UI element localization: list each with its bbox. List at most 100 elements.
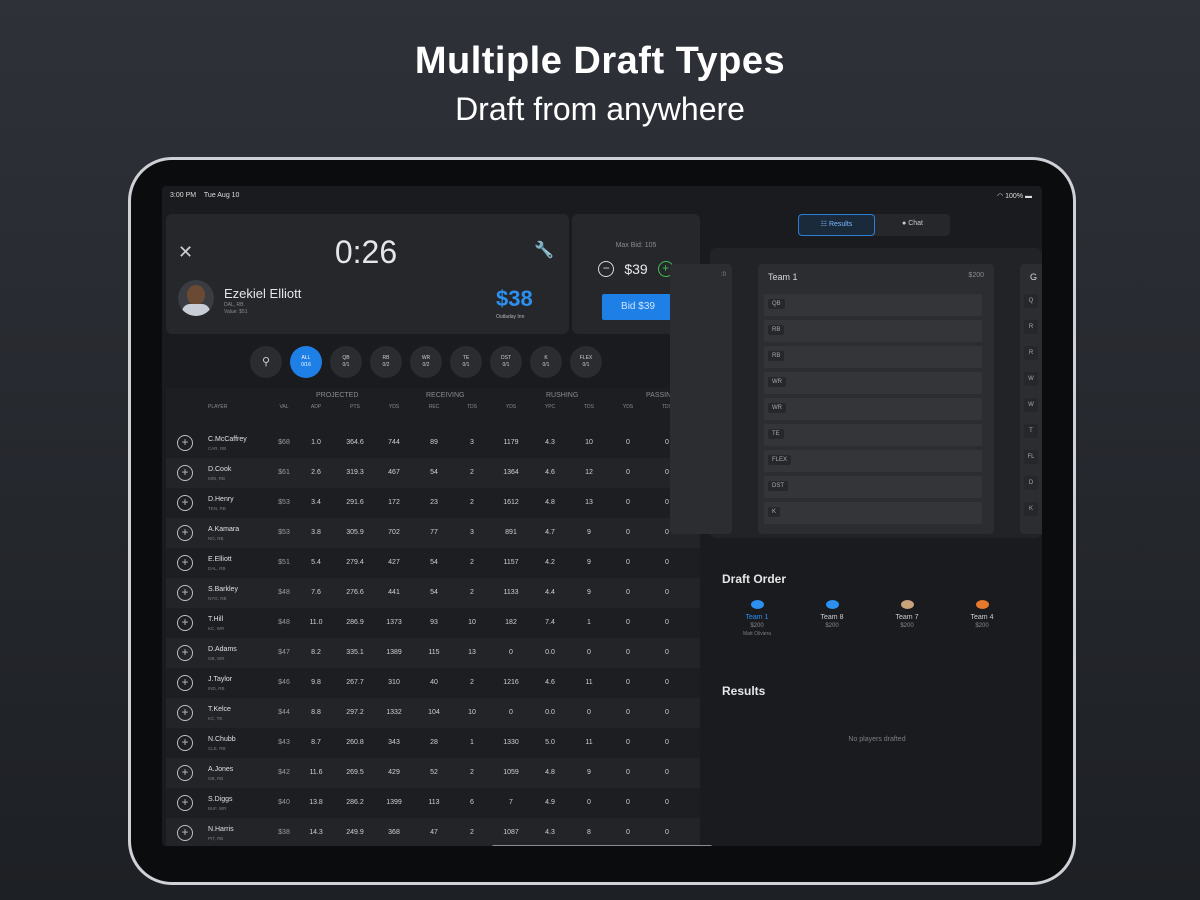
column-header[interactable]: PLAYER <box>208 404 268 410</box>
roster-slot[interactable]: DST <box>764 476 982 498</box>
table-row[interactable]: + D.Adams GB, WR $47 8.2 335.1 1389 115 13 0 0.0 0 0… <box>166 638 700 668</box>
add-player-icon[interactable]: + <box>177 555 193 571</box>
column-header[interactable]: TDS <box>572 404 606 410</box>
table-cell: 286.2 <box>346 799 364 806</box>
add-player-icon[interactable]: + <box>177 585 193 601</box>
minus-icon[interactable]: − <box>598 261 615 277</box>
add-player-icon[interactable]: + <box>177 825 193 841</box>
roster-slot[interactable]: K <box>764 502 982 524</box>
column-header[interactable]: YDS <box>611 404 645 410</box>
table-cell: 3 <box>470 529 474 536</box>
column-header[interactable]: TDS <box>455 404 489 410</box>
bid-button[interactable]: Bid $39 <box>602 294 674 320</box>
position-filter-flex[interactable]: FLEX 0/1 <box>570 346 602 378</box>
max-bid-label: Max Bid: 105 <box>615 242 657 249</box>
table-cell: 0 <box>665 769 669 776</box>
roster-slot[interactable]: QB <box>764 294 982 316</box>
table-cell: 0 <box>509 709 513 716</box>
player-rows: + C.McCaffrey CAR, RB $68 1.0 364.6 744 89 3 1179… <box>166 428 700 846</box>
add-player-icon[interactable]: + <box>177 765 193 781</box>
player-name: N.Chubb <box>208 736 236 743</box>
add-player-icon[interactable]: + <box>177 435 193 451</box>
table-cell: 0 <box>665 619 669 626</box>
player-team: CLE, RB <box>208 746 226 751</box>
roster-slot[interactable]: RB <box>764 346 982 368</box>
player-team: KC, WR <box>208 626 225 631</box>
roster-slot-partial: T <box>1024 424 1038 438</box>
roster-slot[interactable]: FLEX <box>764 450 982 472</box>
position-filter-qb[interactable]: QB 0/1 <box>330 346 362 378</box>
table-cell: 1216 <box>503 679 519 686</box>
add-player-icon[interactable]: + <box>177 615 193 631</box>
close-icon[interactable]: ✕ <box>178 242 193 263</box>
column-header[interactable]: ADP <box>299 404 333 410</box>
slot-position: WR <box>768 377 786 387</box>
table-row[interactable]: + A.Jones GB, RB $42 11.6 269.5 429 52 2 1059 4.8 9… <box>166 758 700 788</box>
table-row[interactable]: + E.Elliott DAL, RB $51 5.4 279.4 427 54 2 1157 4.… <box>166 548 700 578</box>
search-icon[interactable]: ⚲ <box>250 346 282 378</box>
position-filter-k[interactable]: K 0/1 <box>530 346 562 378</box>
table-row[interactable]: + D.Henry TEN, RB $53 3.4 291.6 172 23 2 1612 4.8 1… <box>166 488 700 518</box>
column-header[interactable]: VAL <box>267 404 301 410</box>
roster-slot[interactable]: RB <box>764 320 982 342</box>
nomination-card: ✕ 0:26 🔧 Ezekiel Elliott DAL, RB Value: … <box>166 214 569 334</box>
table-cell: 11 <box>585 739 593 746</box>
table-cell: 14.3 <box>309 829 323 836</box>
column-header[interactable]: YDS <box>377 404 411 410</box>
battery-level: 100% <box>1005 193 1024 200</box>
table-cell: 0 <box>626 829 630 836</box>
column-header[interactable]: PTS <box>338 404 372 410</box>
table-cell: 2 <box>470 499 474 506</box>
table-row[interactable]: + T.Hill KC, WR $48 11.0 286.9 1373 93 10 182 7.4 1… <box>166 608 700 638</box>
table-row[interactable]: + T.Kelce KC, TE $44 8.8 297.2 1332 104 10 0 0.0 0 0… <box>166 698 700 728</box>
position-filter-te[interactable]: TE 0/1 <box>450 346 482 378</box>
roster-slot-partial: K <box>1024 502 1038 516</box>
add-player-icon[interactable]: + <box>177 495 193 511</box>
table-row[interactable]: + C.McCaffrey CAR, RB $68 1.0 364.6 744 89 3 1179… <box>166 428 700 458</box>
position-filter: ⚲ ALL 0/16 QB 0/1 RB 0/2 WR 0/2 TE 0/1 DST 0/1 K 0/1 F… <box>250 346 602 378</box>
add-player-icon[interactable]: + <box>177 795 193 811</box>
roster-slot[interactable]: TE <box>764 424 982 446</box>
position-filter-wr[interactable]: WR 0/2 <box>410 346 442 378</box>
draft-order-team[interactable]: Team 4 $200 <box>952 600 1012 629</box>
position-filter-rb[interactable]: RB 0/2 <box>370 346 402 378</box>
column-header[interactable]: YDS <box>494 404 528 410</box>
battery-icon: ▬ <box>1023 193 1032 200</box>
roster-slot-partial: W <box>1024 372 1038 386</box>
wrench-icon[interactable]: 🔧 <box>534 240 554 260</box>
tab-results[interactable]: ☷ Results <box>798 214 875 236</box>
position-filter-all[interactable]: ALL 0/16 <box>290 346 322 378</box>
table-row[interactable]: + N.Chubb CLE, RB $43 8.7 260.8 343 28 1 1330 5.0 1… <box>166 728 700 758</box>
position-filter-dst[interactable]: DST 0/1 <box>490 346 522 378</box>
column-header[interactable]: YPC <box>533 404 567 410</box>
table-cell: 0 <box>665 559 669 566</box>
table-row[interactable]: + J.Taylor IND, RB $46 9.8 267.7 310 40 2 1216 4.6… <box>166 668 700 698</box>
roster-slot[interactable]: WR <box>764 372 982 394</box>
table-cell: 0.0 <box>545 709 555 716</box>
draft-order-team[interactable]: Team 8 $200 <box>802 600 862 629</box>
table-row[interactable]: + N.Harris PIT, RB $38 14.3 249.9 368 47 2 1087 4.… <box>166 818 700 846</box>
table-row[interactable]: + S.Diggs BUF, WR $40 13.8 286.2 1399 113 6 7 4.9 0… <box>166 788 700 818</box>
roster-slot-partial: FL <box>1024 450 1038 464</box>
add-player-icon[interactable]: + <box>177 465 193 481</box>
team-board[interactable]: :0 Team 1 $200 QB RB RB WR WR TE FLEX DST K G QR… <box>670 248 1042 538</box>
tab-chat[interactable]: ● Chat <box>875 214 950 236</box>
table-row[interactable]: + A.Kamara NO, RB $53 3.8 305.9 702 77 3 891 4.7 9 0… <box>166 518 700 548</box>
add-player-icon[interactable]: + <box>177 675 193 691</box>
roster-slot[interactable]: WR <box>764 398 982 420</box>
table-row[interactable]: + S.Barkley NYG, RB $48 7.6 276.6 441 54 2 1133 4.… <box>166 578 700 608</box>
add-player-icon[interactable]: + <box>177 735 193 751</box>
results-chat-toggle: ☷ Results ● Chat <box>798 214 950 236</box>
table-cell: 89 <box>430 439 438 446</box>
player-team: PIT, RB <box>208 836 224 841</box>
table-row[interactable]: + D.Cook MIN, RB $61 2.6 319.3 467 54 2 1364 4.6 12… <box>166 458 700 488</box>
table-cell: 4.9 <box>545 799 555 806</box>
add-player-icon[interactable]: + <box>177 645 193 661</box>
column-header[interactable]: REC <box>417 404 451 410</box>
add-player-icon[interactable]: + <box>177 525 193 541</box>
draft-order-team[interactable]: Team 7 $200 <box>877 600 937 629</box>
add-player-icon[interactable]: + <box>177 705 193 721</box>
draft-order-team[interactable]: Team 1 $200 Matt Oliviera <box>727 600 787 637</box>
table-cell: 23 <box>430 499 438 506</box>
status-time: 3:00 PM <box>170 192 197 199</box>
